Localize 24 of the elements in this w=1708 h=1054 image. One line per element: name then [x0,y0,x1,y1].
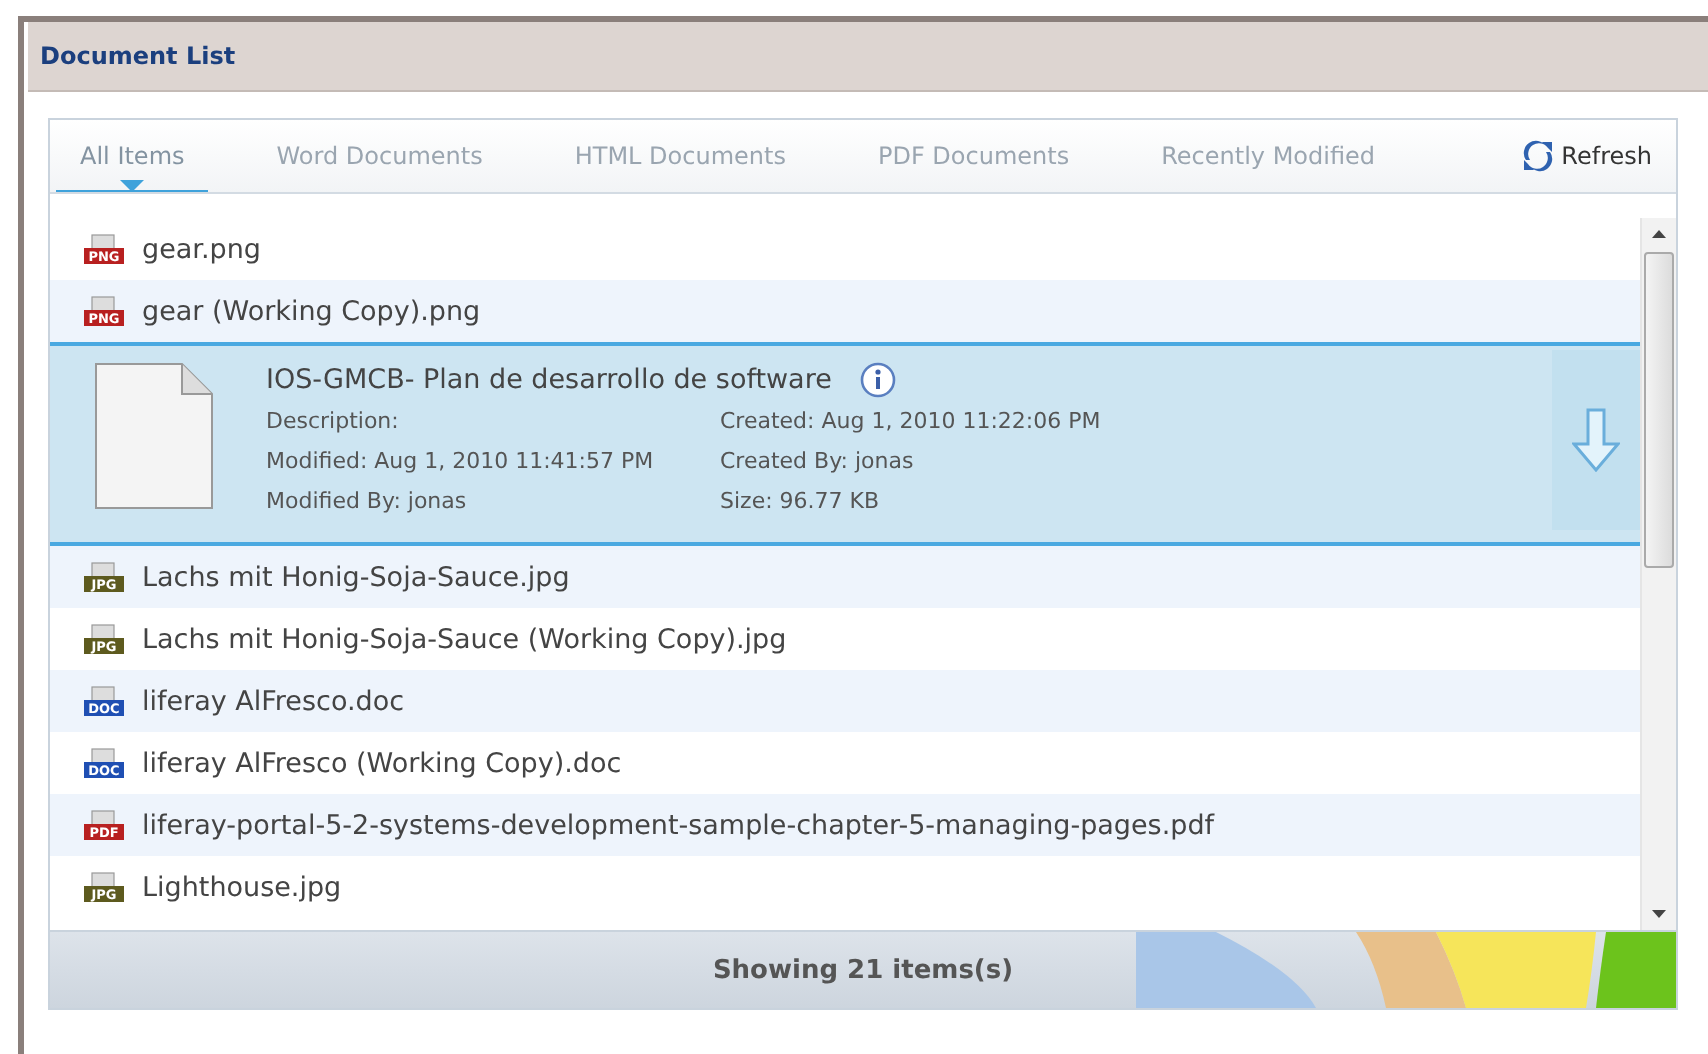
file-name: Lighthouse.jpg [142,871,342,903]
file-name: IOS-GMCB- Plan de desarrollo de software [266,364,832,396]
file-name: liferay-portal-5-2-systems-development-sample-chapter-5-managing-pages.pdf [142,809,1215,841]
file-name: Lachs mit Honig-Soja-Sauce (Working Copy).jpg [142,623,787,655]
detail-text: Created: Aug 1, 2010 11:22:06 PM [720,406,1103,438]
detail-text: Modified By: jonas [266,486,469,518]
scrollbar[interactable] [1640,218,1676,930]
file-name: liferay AlFresco (Working Copy).doc [142,747,622,779]
file-name: liferay AlFresco.doc [142,685,405,717]
scroll-thumb[interactable] [1644,252,1674,568]
detail-text: Description: [266,406,401,438]
detail-text: Created By: jonas [720,446,916,478]
expanded-file-row[interactable]: IOS-GMCB- Plan de desarrollo de software Description: Modified: Aug 1, 2010 11:41:57 PM Modified By: jonas Created: Aug 1, 2010 11:22:06 PM Created By: jonas Size: 96.77 KB [50,342,1640,546]
file-name: gear.png [142,233,261,265]
item-count-text: Showing 21 items(s) [712,955,1014,985]
document-icon [94,362,214,510]
detail-text: Modified: Aug 1, 2010 11:41:57 PM [266,446,656,478]
refresh-button[interactable]: Refresh [1519,138,1652,174]
info-icon[interactable] [859,362,896,398]
refresh-icon [1519,138,1556,174]
file-name: gear (Working Copy).png [142,295,481,327]
file-name: Lachs mit Honig-Soja-Sauce.jpg [142,561,570,593]
detail-text: Size: 96.77 KB [720,486,882,518]
panel-title: Document List [40,42,236,70]
